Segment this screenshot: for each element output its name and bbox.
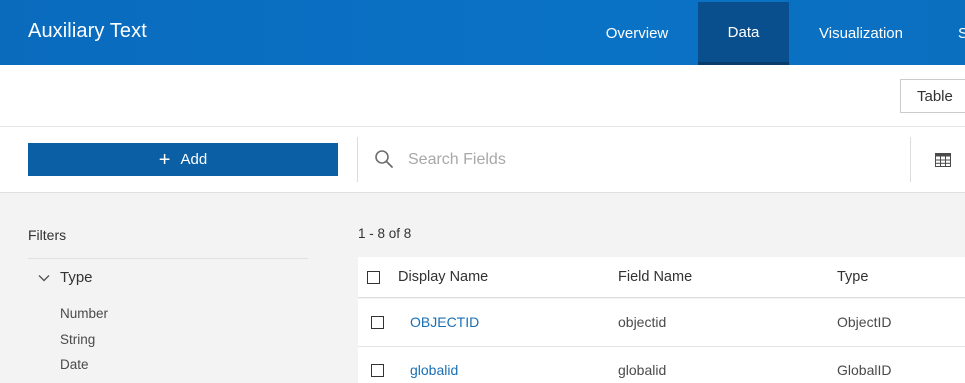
tab-data[interactable]: Data xyxy=(698,2,789,65)
column-header-field-name[interactable]: Field Name xyxy=(618,269,692,285)
page-title: Auxiliary Text xyxy=(28,20,147,42)
filter-item-date[interactable]: Date xyxy=(60,357,89,372)
app-header: Auxiliary Text Overview Data Visualizati… xyxy=(0,0,965,65)
table-row: OBJECTID objectid ObjectID xyxy=(358,299,965,347)
row-checkbox[interactable] xyxy=(371,316,384,329)
field-name-cell: objectid xyxy=(618,314,667,330)
divider xyxy=(28,258,308,259)
search-fields-input[interactable] xyxy=(396,144,876,176)
tab-overview[interactable]: Overview xyxy=(590,2,684,65)
divider xyxy=(357,137,358,182)
tab-settings-partial[interactable]: S xyxy=(958,2,965,65)
plus-icon: + xyxy=(158,148,171,171)
tab-visualization[interactable]: Visualization xyxy=(802,2,920,65)
type-filter-group[interactable]: Type xyxy=(38,269,93,286)
add-field-button[interactable]: + Add xyxy=(28,143,338,176)
add-button-label: Add xyxy=(180,151,208,168)
select-all-checkbox[interactable] xyxy=(367,271,380,284)
table-row: globalid globalid GlobalID xyxy=(358,347,965,383)
action-row: + Add xyxy=(0,127,965,193)
search-icon xyxy=(375,150,393,168)
results-count: 1 - 8 of 8 xyxy=(358,226,412,241)
type-filter-label: Type xyxy=(60,269,93,286)
view-toolbar: Table xyxy=(0,65,965,127)
table-view-toggle[interactable]: Table xyxy=(900,79,965,113)
table-view-icon[interactable] xyxy=(935,153,951,167)
table-header: Display Name Field Name Type xyxy=(358,257,965,298)
filters-heading: Filters xyxy=(28,227,67,243)
row-checkbox[interactable] xyxy=(371,364,384,377)
display-name-link[interactable]: globalid xyxy=(410,362,458,378)
filter-item-string[interactable]: String xyxy=(60,332,95,347)
filters-panel xyxy=(0,193,330,383)
field-name-cell: globalid xyxy=(618,362,667,378)
chevron-down-icon xyxy=(38,274,50,281)
type-cell: ObjectID xyxy=(837,314,892,330)
display-name-link[interactable]: OBJECTID xyxy=(410,314,479,330)
column-header-display-name[interactable]: Display Name xyxy=(398,269,488,285)
filter-item-number[interactable]: Number xyxy=(60,306,108,321)
column-header-type[interactable]: Type xyxy=(837,269,868,285)
type-cell: GlobalID xyxy=(837,362,892,378)
divider xyxy=(910,137,911,182)
